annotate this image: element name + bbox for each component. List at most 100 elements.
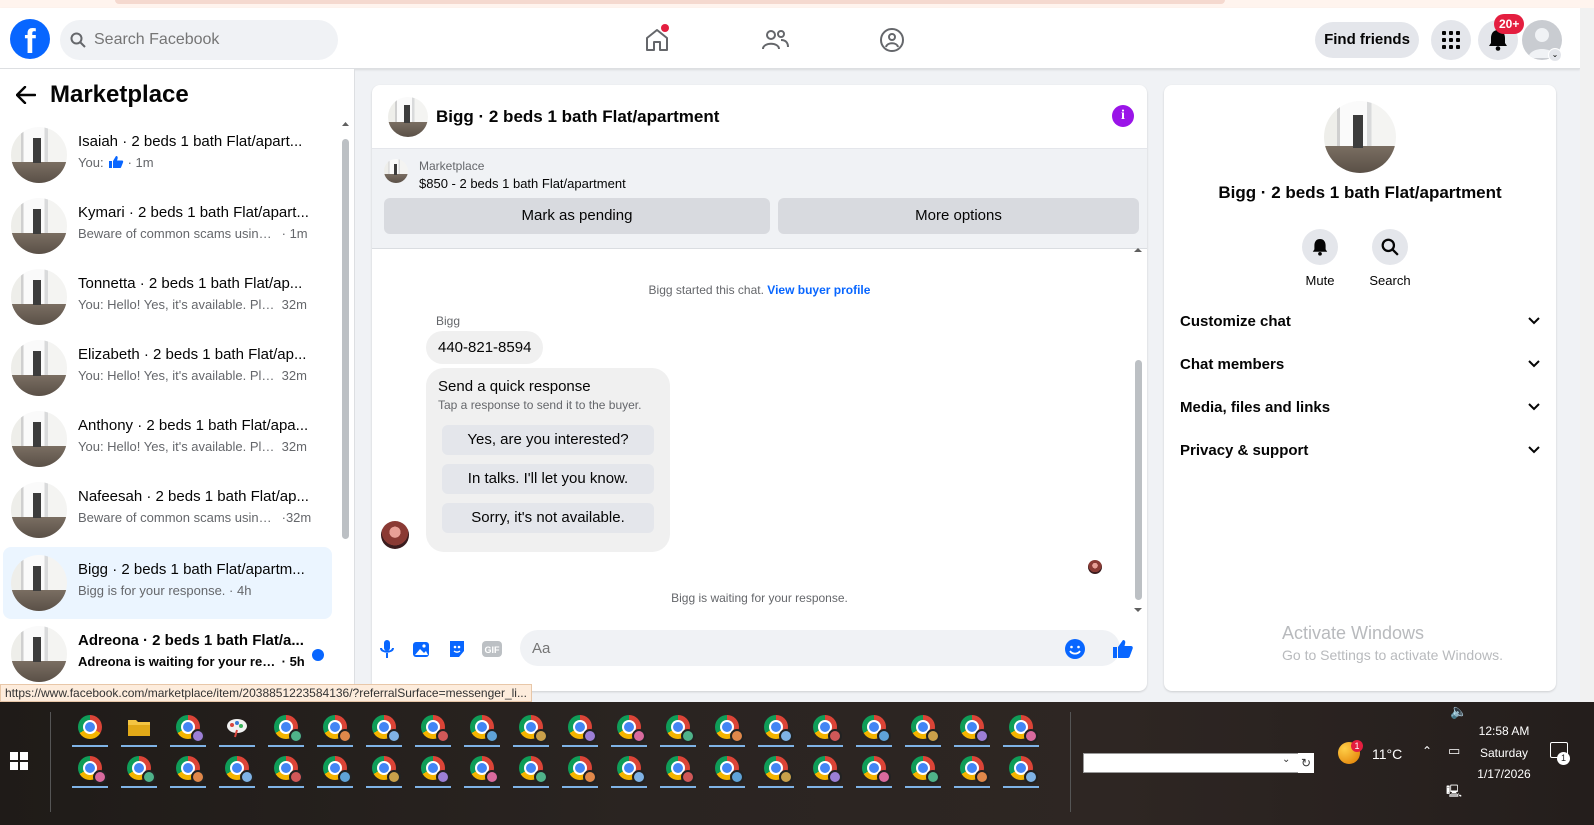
conversation-item[interactable]: Elizabeth · 2 beds 1 bath Flat/ap... You… (3, 332, 332, 404)
network-icon[interactable]: 🖳 (1446, 782, 1462, 803)
meet-now-icon[interactable]: ▭ (1448, 744, 1460, 759)
chrome-profile-icon[interactable] (754, 709, 798, 747)
chrome-profile-icon[interactable] (656, 709, 700, 747)
clock-time[interactable]: 12:58 AM (1468, 724, 1540, 738)
conversation-item[interactable]: Kymari · 2 beds 1 bath Flat/apart... Bew… (3, 190, 332, 262)
chrome-profile-icon[interactable] (607, 709, 651, 747)
chrome-profile-icon[interactable] (411, 709, 455, 747)
menu-button[interactable] (1431, 20, 1471, 60)
chrome-profile-icon[interactable] (999, 750, 1043, 788)
conversation-item[interactable]: Tonnetta · 2 beds 1 bath Flat/ap... You:… (3, 261, 332, 333)
more-options-button[interactable]: More options (778, 198, 1139, 234)
back-arrow-icon[interactable] (16, 86, 36, 104)
chrome-profile-icon[interactable] (607, 750, 651, 788)
gif-icon[interactable]: GIF (481, 638, 503, 660)
chat-title[interactable]: Bigg · 2 beds 1 bath Flat/apartment (436, 107, 719, 127)
windows-start-icon[interactable] (10, 752, 28, 770)
chrome-profile-icon[interactable] (117, 750, 161, 788)
customize-chat-section[interactable]: Customize chat (1180, 301, 1540, 341)
chrome-profile-icon[interactable] (313, 750, 357, 788)
chrome-profile-icon[interactable] (754, 750, 798, 788)
chevron-down-icon[interactable]: ⌄ (1282, 754, 1290, 765)
chrome-profile-icon[interactable] (950, 750, 994, 788)
chrome-profile-icon[interactable] (901, 709, 945, 747)
conversation-item[interactable]: Anthony · 2 beds 1 bath Flat/apa... You:… (3, 403, 332, 475)
chrome-profile-icon[interactable] (803, 750, 847, 788)
file-explorer-icon[interactable] (117, 709, 161, 747)
listing-thumbnail[interactable] (384, 159, 408, 183)
chrome-profile-icon[interactable] (852, 750, 896, 788)
chrome-profile-icon[interactable] (166, 750, 210, 788)
chrome-profile-icon[interactable] (313, 709, 357, 747)
clock-date[interactable]: 1/17/2026 (1468, 767, 1540, 781)
groups-nav[interactable] (872, 22, 912, 58)
page-scrollbar[interactable] (1580, 8, 1594, 702)
chrome-profile-icon[interactable] (264, 709, 308, 747)
microphone-icon[interactable] (376, 638, 398, 660)
search-box[interactable] (60, 20, 338, 60)
quick-response-button[interactable]: In talks. I'll let you know. (442, 464, 654, 494)
chrome-profile-icon[interactable] (362, 709, 406, 747)
chrome-profile-icon[interactable] (999, 709, 1043, 747)
sticker-icon[interactable] (446, 638, 468, 660)
chrome-profile-icon[interactable] (68, 750, 112, 788)
conversation-item[interactable]: Isaiah · 2 beds 1 bath Flat/apart... You… (3, 119, 332, 191)
chrome-icon[interactable] (68, 709, 112, 747)
weather-temperature[interactable]: 11°C (1372, 746, 1402, 762)
sender-avatar[interactable] (381, 521, 409, 549)
emoji-icon[interactable] (1064, 638, 1086, 660)
friends-nav[interactable] (755, 22, 795, 58)
mark-as-pending-button[interactable]: Mark as pending (384, 198, 770, 234)
media-files-links-section[interactable]: Media, files and links (1180, 387, 1540, 427)
sidebar-scrollbar[interactable] (340, 119, 351, 639)
photo-icon[interactable] (411, 638, 433, 660)
chrome-profile-icon[interactable] (950, 709, 994, 747)
paint-icon[interactable] (215, 709, 259, 747)
chat-scrollbar[interactable] (1132, 245, 1144, 615)
listing-thumbnail[interactable] (1324, 101, 1396, 173)
clock-day[interactable]: Saturday (1468, 746, 1540, 760)
conversation-item-unread[interactable]: Adreona · 2 beds 1 bath Flat/a... Adreon… (3, 618, 332, 690)
privacy-support-section[interactable]: Privacy & support (1180, 430, 1540, 470)
volume-icon[interactable]: 🔈 (1450, 704, 1467, 720)
search-input[interactable] (94, 31, 314, 49)
conversation-item[interactable]: Nafeesah · 2 beds 1 bath Flat/ap... Bewa… (3, 474, 332, 546)
chrome-profile-icon[interactable] (705, 709, 749, 747)
conversation-item-active[interactable]: Bigg · 2 beds 1 bath Flat/apartm... Bigg… (3, 547, 332, 619)
bell-icon (1312, 238, 1328, 256)
chrome-profile-icon[interactable] (166, 709, 210, 747)
like-icon[interactable] (1112, 638, 1134, 660)
account-chevron-icon[interactable]: ⌄ (1548, 48, 1562, 62)
chrome-profile-icon[interactable] (558, 709, 602, 747)
view-buyer-profile-link[interactable]: View buyer profile (767, 283, 870, 297)
mute-button[interactable]: Mute (1290, 229, 1350, 288)
chrome-profile-icon[interactable] (460, 750, 504, 788)
refresh-icon[interactable]: ↻ (1298, 753, 1314, 773)
chrome-profile-icon[interactable] (558, 750, 602, 788)
chrome-profile-icon[interactable] (264, 750, 308, 788)
quick-response-button[interactable]: Sorry, it's not available. (442, 503, 654, 533)
address-combo-box[interactable] (1083, 753, 1313, 773)
search-in-chat-button[interactable]: Search (1360, 229, 1420, 288)
chrome-profile-icon[interactable] (901, 750, 945, 788)
chrome-profile-icon[interactable] (656, 750, 700, 788)
listing-price[interactable]: $850 - 2 beds 1 bath Flat/apartment (419, 176, 626, 191)
facebook-logo[interactable]: f (10, 19, 50, 59)
listing-thumbnail[interactable] (388, 97, 428, 137)
chrome-profile-icon[interactable] (803, 709, 847, 747)
info-icon[interactable]: i (1112, 105, 1134, 127)
chrome-profile-icon[interactable] (215, 750, 259, 788)
chrome-profile-icon[interactable] (362, 750, 406, 788)
message-input[interactable] (520, 630, 1120, 666)
find-friends-button[interactable]: Find friends (1315, 22, 1419, 58)
chat-members-section[interactable]: Chat members (1180, 344, 1540, 384)
chrome-profile-icon[interactable] (509, 750, 553, 788)
home-nav[interactable] (637, 22, 677, 58)
chrome-profile-icon[interactable] (852, 709, 896, 747)
chrome-profile-icon[interactable] (705, 750, 749, 788)
chrome-profile-icon[interactable] (509, 709, 553, 747)
chrome-profile-icon[interactable] (460, 709, 504, 747)
chrome-profile-icon[interactable] (411, 750, 455, 788)
quick-response-button[interactable]: Yes, are you interested? (442, 425, 654, 455)
chevron-up-icon[interactable]: ⌃ (1422, 744, 1432, 758)
